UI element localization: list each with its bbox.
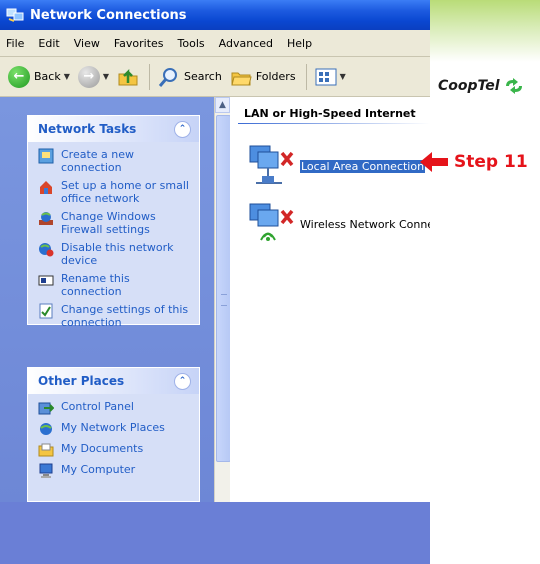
wireless-network-connection[interactable]: Wireless Network Connec [246, 201, 430, 247]
scroll-up-icon[interactable]: ▲ [215, 97, 230, 113]
task-firewall[interactable]: Change Windows Firewall settings [38, 210, 193, 236]
wireless-connection-icon [249, 203, 294, 241]
settings-icon [39, 303, 53, 319]
collapse-icon[interactable]: ⌃ [174, 120, 191, 138]
task-label: Change settings of this connection [61, 303, 189, 329]
forward-arrow-icon: → [77, 65, 100, 88]
menu-view[interactable]: View [74, 37, 100, 50]
place-my-documents[interactable]: My Documents [38, 442, 193, 458]
menu-help[interactable]: Help [287, 37, 312, 50]
toolbar: ← Back ▼ → ▼ Search Folders ▼ [0, 57, 430, 97]
toolbar-separator [305, 63, 307, 90]
task-home-network[interactable]: Set up a home or small office network [38, 179, 193, 205]
forward-button[interactable]: → ▼ [77, 65, 109, 88]
other-places-panel: Other Places ⌃ Control Panel My Network … [27, 367, 200, 502]
task-label: Change Windows Firewall settings [61, 210, 156, 236]
task-disable-device[interactable]: Disable this network device [38, 241, 193, 267]
step-annotation: Step 11 [420, 152, 528, 172]
menu-favorites[interactable]: Favorites [114, 37, 164, 50]
place-control-panel[interactable]: Control Panel [38, 400, 193, 416]
place-my-computer[interactable]: My Computer [38, 463, 193, 479]
group-header: LAN or High-Speed Internet [244, 107, 416, 120]
other-places-list: Control Panel My Network Places My Docum… [28, 394, 199, 490]
other-places-header[interactable]: Other Places ⌃ [28, 368, 199, 394]
task-label: Disable this network device [61, 241, 174, 267]
place-label: My Documents [61, 442, 144, 455]
network-tasks-panel: Network Tasks ⌃ Create a new connection [27, 115, 200, 329]
task-create-connection[interactable]: Create a new connection [38, 148, 193, 174]
firewall-icon [39, 212, 53, 225]
brand-banner [430, 0, 540, 62]
documents-icon [38, 443, 54, 457]
disable-device-icon [39, 243, 54, 257]
task-label: Rename this connection [61, 272, 130, 298]
window-title: Network Connections [30, 7, 187, 23]
folders-label: Folders [255, 70, 296, 83]
up-folder-icon [118, 68, 138, 85]
task-change-settings[interactable]: Change settings of this connection [38, 303, 193, 329]
network-connections-icon [6, 8, 24, 22]
connection-label: Local Area Connection [298, 158, 427, 174]
arrow-left-icon [420, 152, 448, 172]
search-icon [158, 67, 178, 87]
menu-file[interactable]: File [6, 37, 24, 50]
task-pane: Network Tasks ⌃ Create a new connection [0, 97, 214, 502]
back-button[interactable]: ← Back ▼ [8, 65, 70, 88]
scroll-grip-icon [221, 294, 227, 306]
place-network-places[interactable]: My Network Places [38, 421, 193, 437]
place-label: My Network Places [61, 421, 165, 434]
search-button[interactable]: Search [158, 66, 222, 88]
lan-connection-icon [249, 145, 294, 184]
title-bar: Network Connections [0, 0, 430, 30]
forward-dropdown-icon[interactable]: ▼ [103, 72, 109, 81]
task-pane-scrollbar[interactable]: ▲ [214, 97, 231, 502]
network-tasks-header[interactable]: Network Tasks ⌃ [28, 116, 199, 142]
rename-icon [38, 275, 54, 286]
local-area-connection[interactable]: Local Area Connection [246, 143, 427, 189]
views-icon [315, 68, 337, 85]
connection-label: Wireless Network Connec [300, 217, 430, 231]
folders-icon [231, 72, 252, 85]
back-arrow-icon: ← [8, 65, 30, 88]
scroll-thumb[interactable] [216, 115, 231, 462]
menu-bar: File Edit View Favorites Tools Advanced … [0, 30, 430, 57]
place-label: My Computer [61, 463, 136, 476]
cooptel-logo: CoopTel [438, 78, 524, 94]
menu-tools[interactable]: Tools [178, 37, 205, 50]
up-folder-button[interactable] [117, 66, 139, 88]
network-tasks-title: Network Tasks [38, 122, 137, 136]
folders-button[interactable]: Folders [230, 66, 296, 88]
computer-icon [39, 463, 53, 478]
views-button[interactable]: ▼ [315, 67, 346, 87]
search-label: Search [184, 70, 222, 83]
task-label: Set up a home or small office network [61, 179, 189, 205]
place-label: Control Panel [61, 400, 134, 413]
task-rename-connection[interactable]: Rename this connection [38, 272, 193, 298]
back-label: Back [34, 70, 61, 83]
network-places-icon [40, 423, 52, 435]
new-connection-icon [38, 148, 54, 164]
menu-advanced[interactable]: Advanced [219, 37, 273, 50]
step-label: Step 11 [454, 152, 528, 172]
group-divider [238, 123, 430, 124]
toolbar-separator [149, 63, 151, 90]
views-dropdown-icon[interactable]: ▼ [340, 72, 346, 81]
back-dropdown-icon[interactable]: ▼ [64, 72, 70, 81]
network-tasks-list: Create a new connection Set up a home or… [28, 142, 199, 340]
other-places-title: Other Places [38, 374, 125, 388]
connections-view: LAN or High-Speed Internet Local Area Co… [230, 97, 430, 502]
explorer-window: Network Connections File Edit View Favor… [0, 0, 430, 564]
menu-edit[interactable]: Edit [38, 37, 59, 50]
home-network-icon [40, 181, 52, 194]
task-label: Create a new connection [61, 148, 135, 174]
recycle-arrows-icon [505, 78, 522, 94]
control-panel-icon [38, 402, 54, 415]
collapse-icon[interactable]: ⌃ [174, 372, 191, 390]
brand-name: CoopTel [438, 78, 500, 94]
